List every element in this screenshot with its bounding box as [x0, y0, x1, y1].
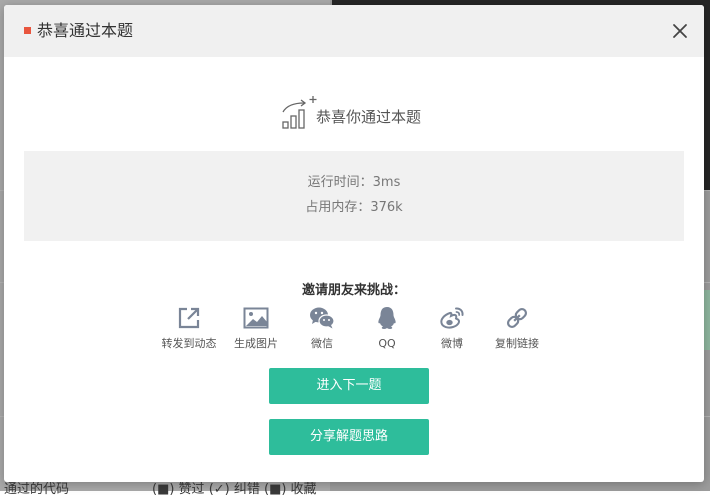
next-question-button[interactable]: 进入下一题 [269, 368, 429, 404]
share-item-label: 微博 [441, 337, 463, 350]
generate-image-button[interactable]: 生成图片 [223, 305, 289, 351]
share-wechat-button[interactable]: 微信 [289, 305, 355, 351]
share-options: 转发到动态 生成图片 微信 QQ 微博 复制链接 [4, 305, 704, 355]
share-qq-button[interactable]: QQ [354, 305, 420, 351]
hero-text: 恭喜你通过本题 [316, 108, 422, 126]
wechat-icon [310, 307, 335, 329]
close-button[interactable] [670, 21, 690, 41]
share-item-label: 复制链接 [495, 337, 539, 350]
memory-stat: 占用内存：376k [305, 200, 403, 215]
link-icon [506, 307, 528, 329]
runtime-stat: 运行时间：3ms [307, 175, 401, 190]
copy-link-button[interactable]: 复制链接 [484, 305, 550, 351]
title-marker [24, 27, 31, 34]
share-external-icon [178, 307, 200, 329]
growth-chart-icon [282, 96, 317, 129]
result-stats-panel: 运行时间：3ms 占用内存：376k [24, 151, 684, 241]
weibo-icon [440, 307, 464, 329]
modal-title: 恭喜通过本题 [37, 21, 134, 40]
share-item-label: 微信 [311, 337, 333, 350]
share-weibo-button[interactable]: 微博 [419, 305, 485, 351]
share-item-label: 转发到动态 [161, 337, 217, 350]
success-hero: 恭喜你通过本题 [4, 93, 704, 133]
success-modal: 恭喜通过本题 恭喜你通过本题 运行时间：3ms 占用内存：376k 邀请朋友来挑… [4, 5, 704, 482]
qq-icon [378, 307, 396, 329]
share-solution-button[interactable]: 分享解题思路 [269, 419, 429, 455]
share-item-label: QQ [378, 337, 396, 350]
modal-header: 恭喜通过本题 [4, 5, 704, 57]
share-item-label: 生成图片 [234, 337, 278, 350]
share-to-feed-button[interactable]: 转发到动态 [156, 305, 222, 351]
invite-label: 邀请朋友来挑战： [301, 283, 406, 298]
image-icon [243, 307, 269, 329]
close-icon [673, 24, 687, 38]
